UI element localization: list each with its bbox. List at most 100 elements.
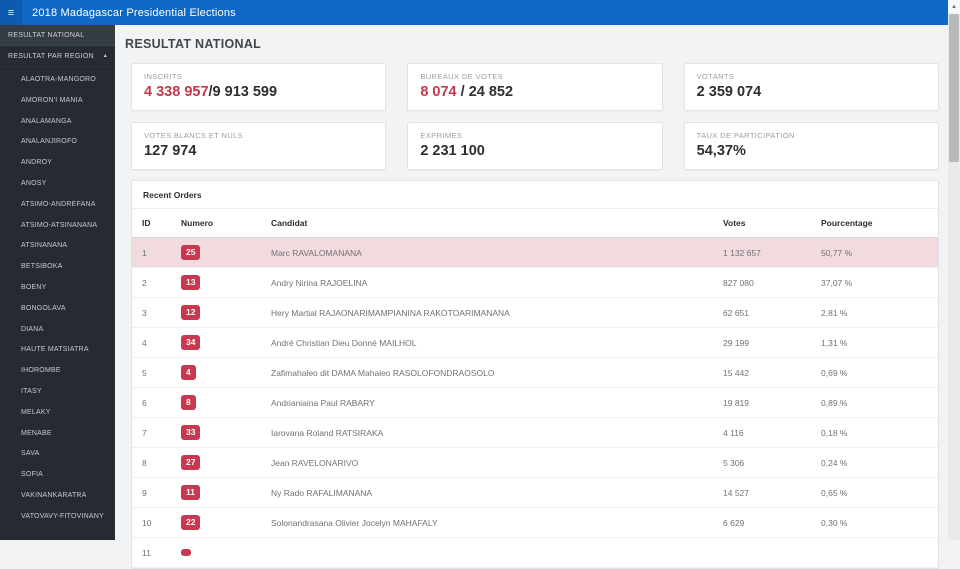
- stat-card: INSCRITS 4 338 957/9 913 599: [131, 63, 387, 111]
- cell-candidat: Andry Nirina RAJOELINA: [261, 267, 713, 298]
- stat-card-label: VOTANTS: [696, 72, 735, 81]
- table-row[interactable]: 4 34 André Christian Dieu Donné MAILHOL …: [132, 327, 938, 358]
- sidebar-item-resultat-par-region[interactable]: RESULTAT PAR REGION ▴: [0, 46, 115, 67]
- stat-card: VOTANTS 2 359 074: [683, 63, 939, 111]
- numero-badge: 13: [181, 274, 201, 291]
- cell-votes: 14 527: [713, 477, 811, 508]
- cell-id: 3: [132, 297, 171, 328]
- sidebar-item-region[interactable]: AMORON'I MANIA: [0, 91, 115, 112]
- sidebar-item-region[interactable]: BETSIBOKA: [0, 257, 115, 278]
- scrollbar-thumb[interactable]: [949, 14, 959, 162]
- cell-pourcentage: 0,69 %: [811, 357, 938, 388]
- results-table: ID Numero Candidat Votes Pourcentage 1 2…: [132, 209, 938, 568]
- numero-badge: 4: [181, 364, 196, 381]
- sidebar-item-region[interactable]: SOFIA: [0, 465, 115, 486]
- sidebar-item-region[interactable]: SAVA: [0, 444, 115, 465]
- cell-candidat: [261, 537, 713, 568]
- scroll-up-arrow-icon[interactable]: ▲: [948, 0, 960, 14]
- sidebar-item-region[interactable]: VAKINANKARATRA: [0, 486, 115, 507]
- cell-numero: 33: [171, 417, 261, 448]
- cell-numero: 13: [171, 267, 261, 298]
- stat-card-value-rest: 54,37%: [696, 143, 746, 159]
- cell-numero: 27: [171, 447, 261, 478]
- cell-numero: 8: [171, 387, 261, 418]
- cell-votes: 4 116: [713, 417, 811, 448]
- stat-card-value-rest: 2 359 074: [696, 84, 762, 100]
- cell-id: 7: [132, 417, 171, 448]
- cell-id: 1: [132, 237, 171, 268]
- sidebar-item-region[interactable]: BOENY: [0, 278, 115, 299]
- numero-badge: 11: [181, 484, 200, 501]
- sidebar-item-region[interactable]: ALAOTRA-MANGORO: [0, 70, 115, 91]
- panel-title: Recent Orders: [132, 181, 938, 209]
- cell-id: 9: [132, 477, 171, 508]
- cell-votes: 827 080: [713, 267, 811, 298]
- stat-card-value-red: 4 338 957: [144, 84, 209, 100]
- numero-badge: 25: [181, 244, 201, 261]
- numero-badge: 22: [181, 514, 201, 531]
- column-header: Votes: [713, 209, 811, 238]
- results-panel: Recent Orders ID Numero Candidat Votes P…: [131, 180, 939, 569]
- page-title: RESULTAT NATIONAL: [125, 37, 262, 51]
- sidebar-item-region[interactable]: MENABE: [0, 424, 115, 445]
- table-body: 1 25 Marc RAVALOMANANA 1 132 657 50,77 %…: [132, 237, 938, 568]
- cell-numero: 4: [171, 357, 261, 388]
- sidebar-item-region[interactable]: DIANA: [0, 320, 115, 341]
- sidebar-item-region[interactable]: BONGOLAVA: [0, 299, 115, 320]
- sidebar-item-region[interactable]: ANDROY: [0, 153, 115, 174]
- cell-id: 2: [132, 267, 171, 298]
- sidebar-item-region[interactable]: MELAKY: [0, 403, 115, 424]
- sidebar-item-region[interactable]: ANALANJIROFO: [0, 132, 115, 153]
- table-row[interactable]: 1 25 Marc RAVALOMANANA 1 132 657 50,77 %: [132, 237, 938, 268]
- hamburger-menu-icon[interactable]: ≡: [0, 0, 22, 25]
- stat-card: BUREAUX DE VOTES 8 074 / 24 852: [407, 63, 663, 111]
- table-row[interactable]: 5 4 Zafimahaleo dit DAMA Mahaleo RASOLOF…: [132, 357, 938, 388]
- cell-pourcentage: 50,77 %: [811, 237, 938, 268]
- sidebar-item-region[interactable]: IHOROMBE: [0, 361, 115, 382]
- sidebar-item-region[interactable]: VATOVAVY-FITOVINANY: [0, 507, 115, 528]
- sidebar-item-region[interactable]: ATSIMO-ANDREFANA: [0, 195, 115, 216]
- table-row[interactable]: 10 22 Solonandrasana Olivier Jocelyn MAH…: [132, 507, 938, 538]
- table-row[interactable]: 3 12 Hery Martial RAJAONARIMAMPIANINA RA…: [132, 297, 938, 328]
- numero-badge: 27: [181, 454, 201, 471]
- table-row[interactable]: 9 11 Ny Rado RAFALIMANANA 14 527 0,65 %: [132, 477, 938, 508]
- sidebar-item-region[interactable]: ATSIMO-ATSINANANA: [0, 216, 115, 237]
- cell-votes: 62 651: [713, 297, 811, 328]
- stat-card-label: INSCRITS: [144, 72, 183, 81]
- stat-card-value-rest: 127 974: [144, 143, 197, 159]
- sidebar-item-region[interactable]: ANOSY: [0, 174, 115, 195]
- stat-card-label: BUREAUX DE VOTES: [420, 72, 503, 81]
- table-row[interactable]: 2 13 Andry Nirina RAJOELINA 827 080 37,0…: [132, 267, 938, 298]
- sidebar-item-region[interactable]: ANALAMANGA: [0, 112, 115, 133]
- table-row[interactable]: 8 27 Jean RAVELONARIVO 5 306 0,24 %: [132, 447, 938, 478]
- cell-id: 4: [132, 327, 171, 358]
- cell-numero: 22: [171, 507, 261, 538]
- table-header-row: ID Numero Candidat Votes Pourcentage: [132, 209, 938, 238]
- sidebar: RESULTAT NATIONAL RESULTAT PAR REGION ▴ …: [0, 25, 115, 540]
- numero-badge: 33: [181, 424, 201, 441]
- numero-badge: 8: [181, 394, 196, 411]
- cell-pourcentage: 0,89 %: [811, 387, 938, 418]
- chevron-up-icon: ▴: [103, 53, 107, 59]
- sidebar-item-region[interactable]: ITASY: [0, 382, 115, 403]
- cell-pourcentage: 0,24 %: [811, 447, 938, 478]
- table-row[interactable]: 11: [132, 537, 938, 568]
- sidebar-item-region[interactable]: ATSINANANA: [0, 236, 115, 257]
- cell-candidat: Jean RAVELONARIVO: [261, 447, 713, 478]
- sidebar-item-resultat-national[interactable]: RESULTAT NATIONAL: [0, 25, 115, 46]
- cell-pourcentage: 37,07 %: [811, 267, 938, 298]
- stat-card: EXPRIMES 2 231 100: [407, 122, 663, 170]
- table-row[interactable]: 7 33 Iarovana Roland RATSIRAKA 4 116 0,1…: [132, 417, 938, 448]
- vertical-scrollbar[interactable]: ▲: [948, 0, 960, 540]
- sidebar-item-label: RESULTAT PAR REGION: [8, 53, 94, 60]
- main-content: RESULTAT NATIONAL INSCRITS 4 338 957/9 9…: [115, 25, 948, 569]
- stat-card-value: 54,37%: [697, 143, 926, 159]
- cell-id: 10: [132, 507, 171, 538]
- cell-votes: [713, 537, 811, 568]
- table-row[interactable]: 6 8 Andrianiaina Paul RABARY 19 819 0,89…: [132, 387, 938, 418]
- sidebar-item-region[interactable]: HAUTE MATSIATRA: [0, 340, 115, 361]
- stat-card: TAUX DE PARTICIPATION 54,37%: [683, 122, 939, 170]
- cell-numero: 25: [171, 237, 261, 268]
- cell-candidat: Hery Martial RAJAONARIMAMPIANINA RAKOTOA…: [261, 297, 713, 328]
- numero-badge: [181, 548, 191, 556]
